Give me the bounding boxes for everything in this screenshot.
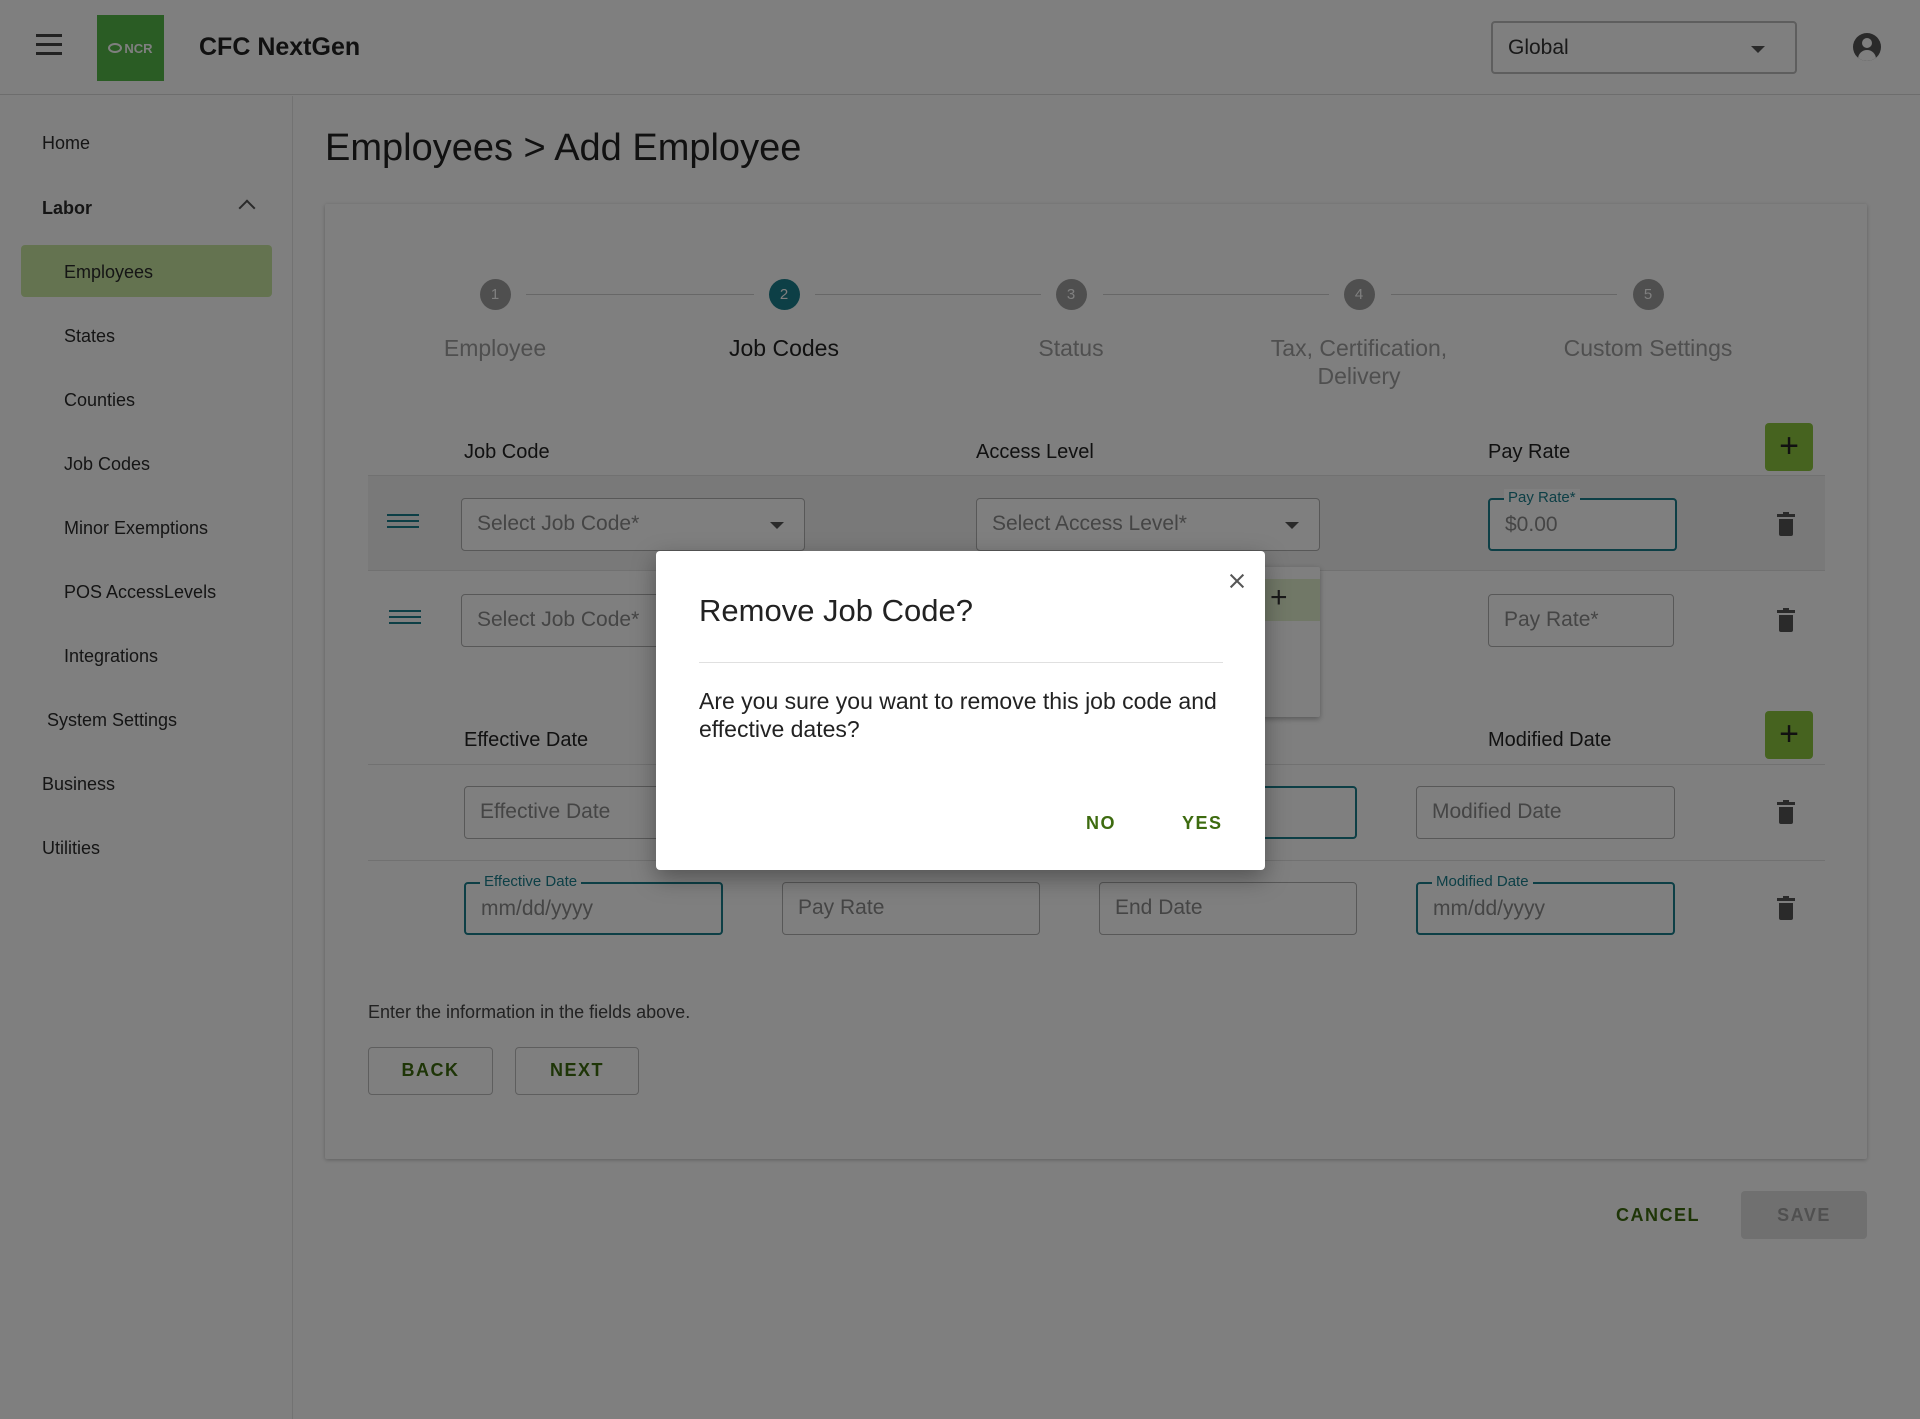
dialog-message: Are you sure you want to remove this job… — [699, 688, 1217, 742]
dialog-divider — [699, 662, 1223, 663]
no-button[interactable]: NO — [1086, 813, 1116, 834]
remove-job-code-dialog: Remove Job Code? Are you sure you want t… — [656, 551, 1265, 870]
dialog-title: Remove Job Code? — [699, 593, 973, 628]
close-icon[interactable] — [1225, 569, 1249, 593]
yes-button[interactable]: YES — [1182, 813, 1223, 834]
